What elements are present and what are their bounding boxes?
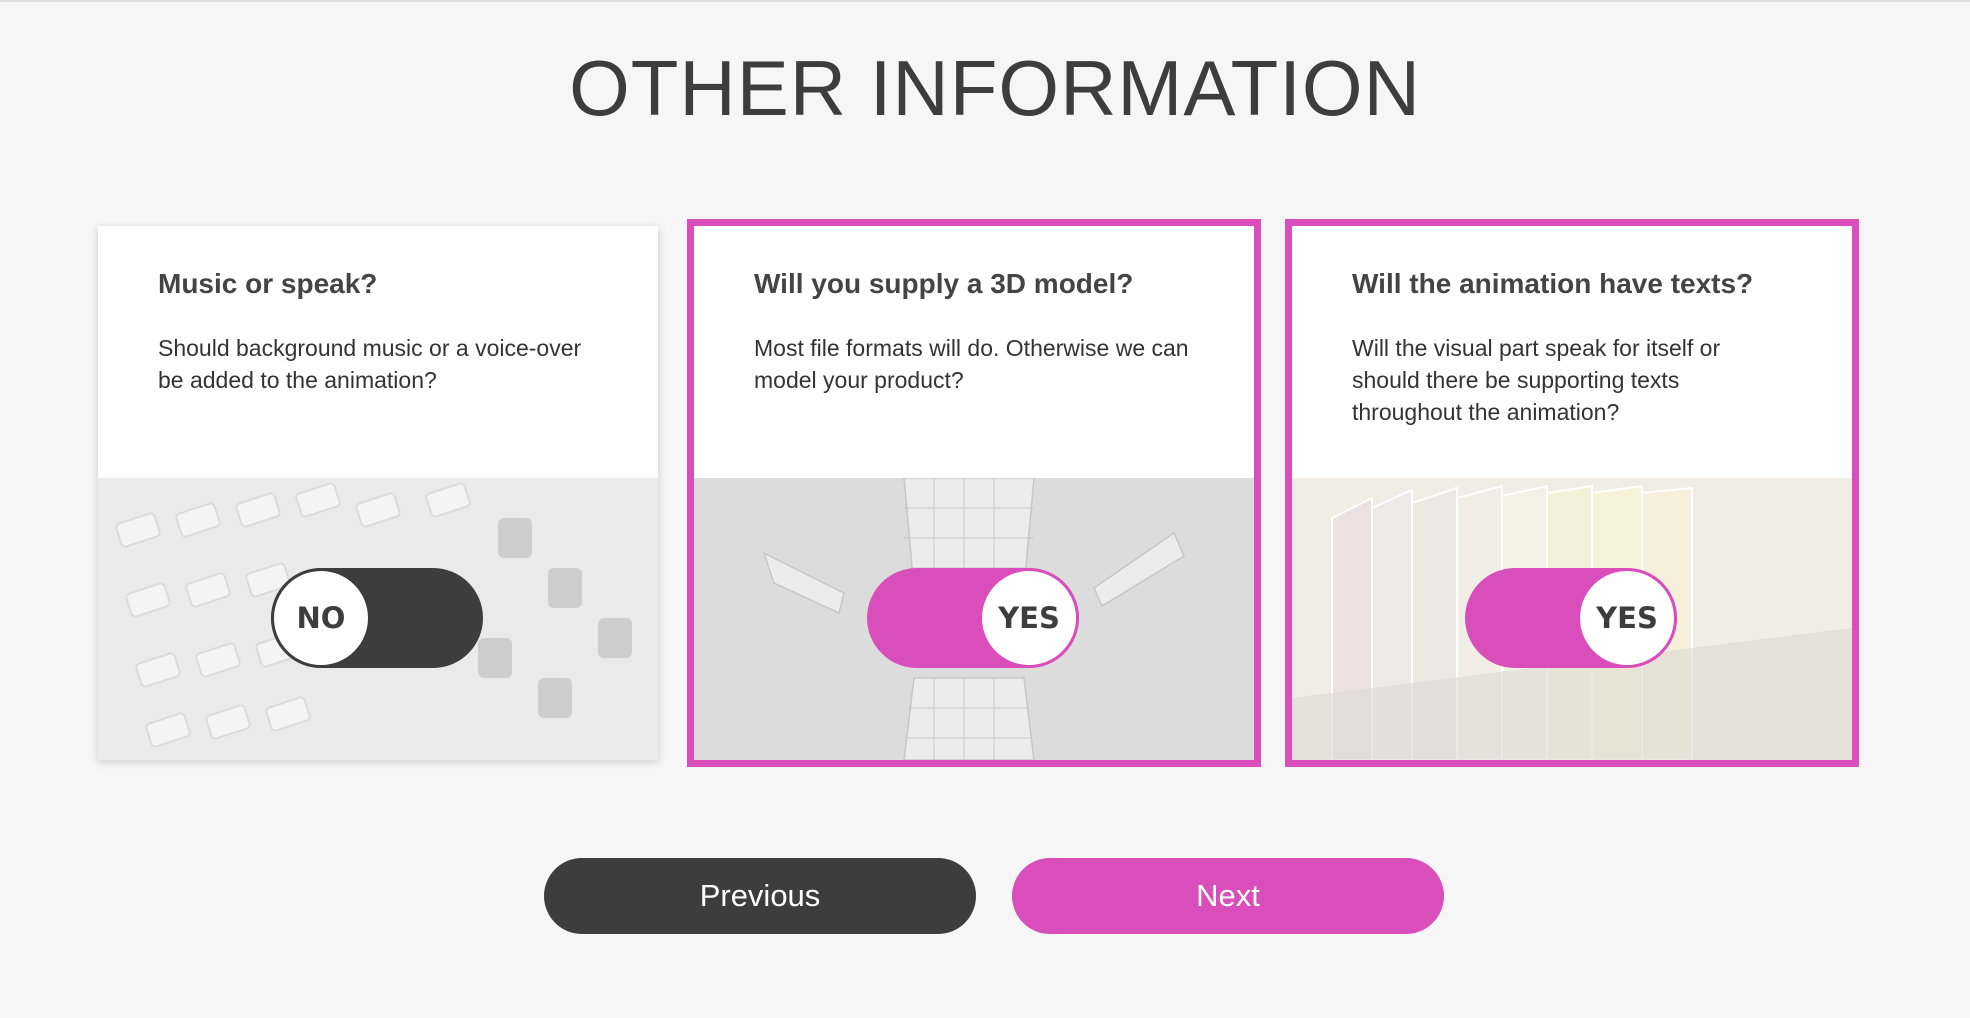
- next-button[interactable]: Next: [1012, 858, 1444, 934]
- 3d-wireframe-image: YES: [694, 478, 1254, 760]
- card-description: Will the visual part speak for itself or…: [1352, 335, 1721, 425]
- toggle-knob: NO: [271, 568, 371, 668]
- card-text: Music or speak? Should background music …: [98, 226, 658, 478]
- card-title: Will the animation have texts?: [1352, 268, 1754, 299]
- 3d-model-toggle[interactable]: YES: [867, 568, 1079, 668]
- card-title: Will you supply a 3D model?: [754, 268, 1134, 299]
- mixing-console-image: NO: [98, 478, 658, 760]
- toggle-knob: YES: [1577, 568, 1677, 668]
- top-divider: [0, 0, 1970, 2]
- toggle-knob: YES: [979, 568, 1079, 668]
- card-text: Will the animation have texts? Will the …: [1292, 226, 1852, 478]
- music-toggle[interactable]: NO: [271, 568, 483, 668]
- card-text: Will you supply a 3D model? Most file fo…: [694, 226, 1254, 478]
- page-title: OTHER INFORMATION: [569, 44, 1421, 132]
- question-card-music[interactable]: Music or speak? Should background music …: [98, 226, 658, 760]
- card-description: Most file formats will do. Otherwise we …: [754, 335, 1189, 393]
- texts-toggle[interactable]: YES: [1465, 568, 1677, 668]
- file-folders-image: YES: [1292, 478, 1852, 760]
- card-title: Music or speak?: [158, 268, 378, 299]
- question-card-texts[interactable]: Will the animation have texts? Will the …: [1285, 219, 1859, 767]
- previous-button[interactable]: Previous: [544, 858, 976, 934]
- question-card-3d-model[interactable]: Will you supply a 3D model? Most file fo…: [687, 219, 1261, 767]
- card-description: Should background music or a voice-over …: [158, 335, 582, 393]
